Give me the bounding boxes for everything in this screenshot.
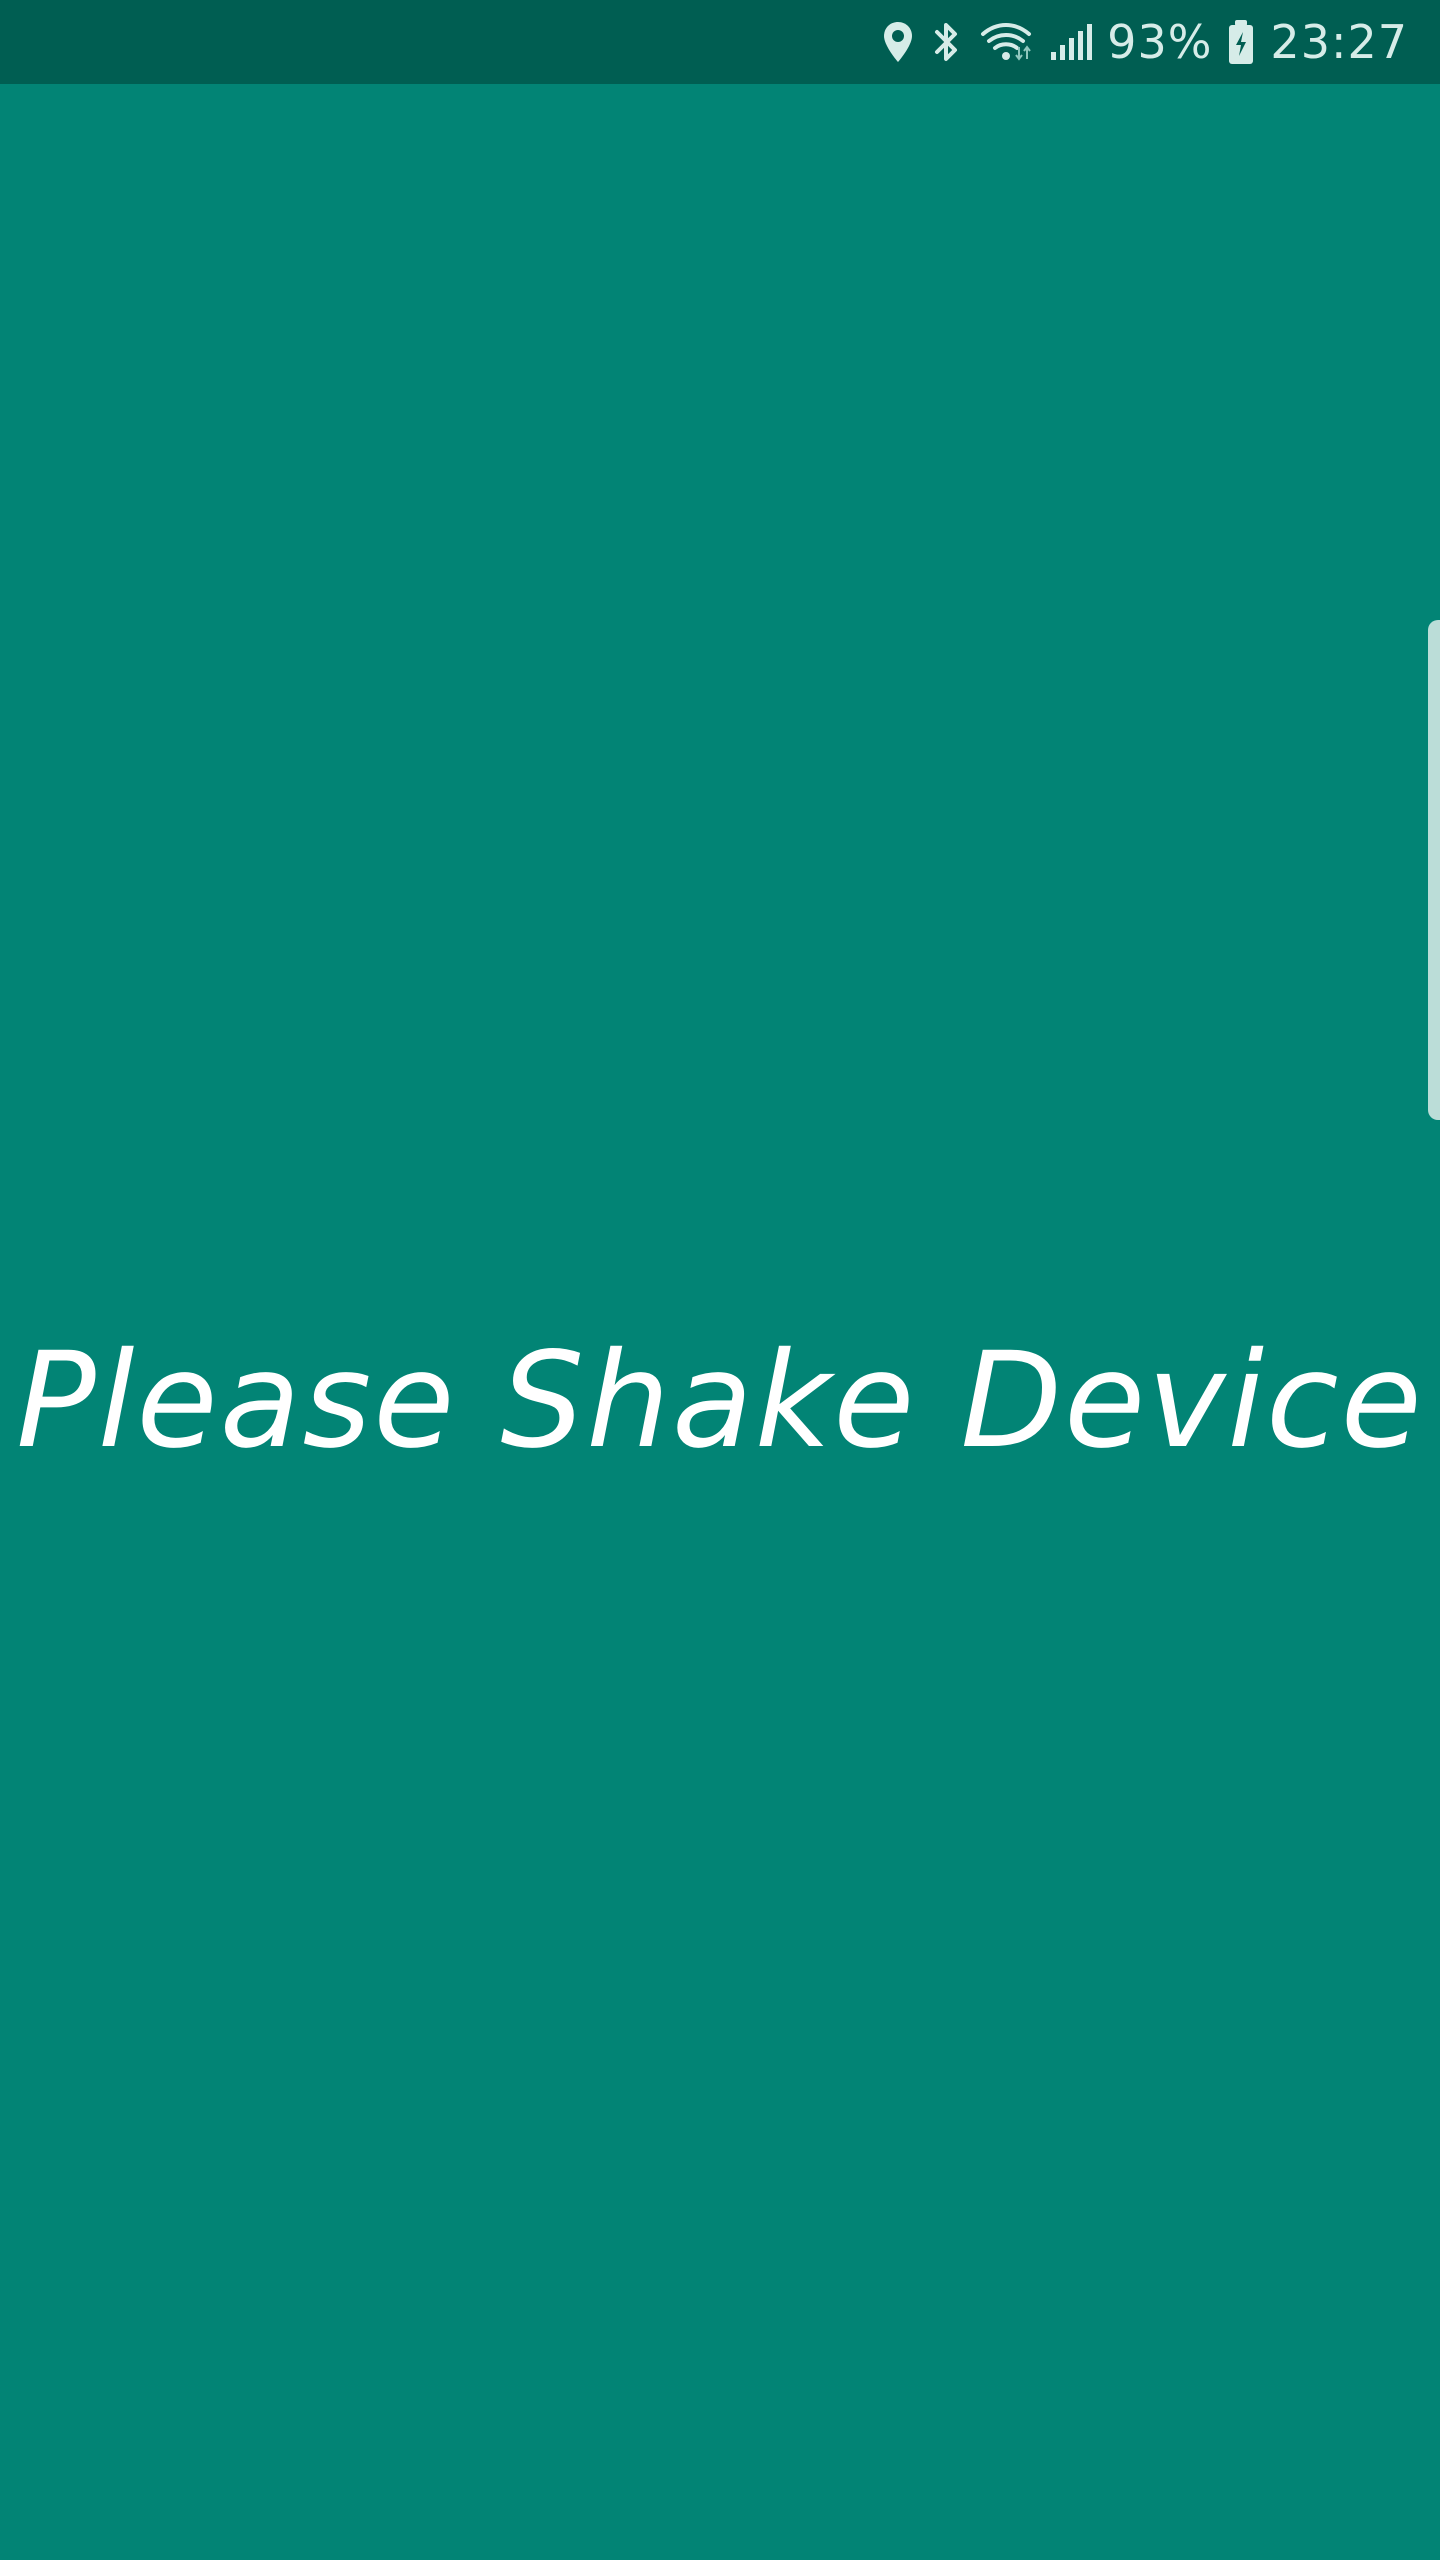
- signal-icon: [1049, 0, 1093, 84]
- battery-charging-icon: [1226, 0, 1256, 84]
- wifi-icon: [977, 0, 1035, 84]
- status-time: 23:27: [1270, 15, 1408, 69]
- bluetooth-icon: [929, 0, 963, 84]
- status-bar: 93% 23:27: [0, 0, 1440, 84]
- shake-instruction: Please Shake Device: [16, 1324, 1424, 1478]
- main-content: Please Shake Device: [0, 84, 1440, 2560]
- app-screen: 93% 23:27 Please Shake Device: [0, 0, 1440, 2560]
- battery-percent: 93%: [1107, 15, 1213, 69]
- edge-panel-handle[interactable]: [1428, 620, 1440, 1120]
- location-icon: [881, 0, 915, 84]
